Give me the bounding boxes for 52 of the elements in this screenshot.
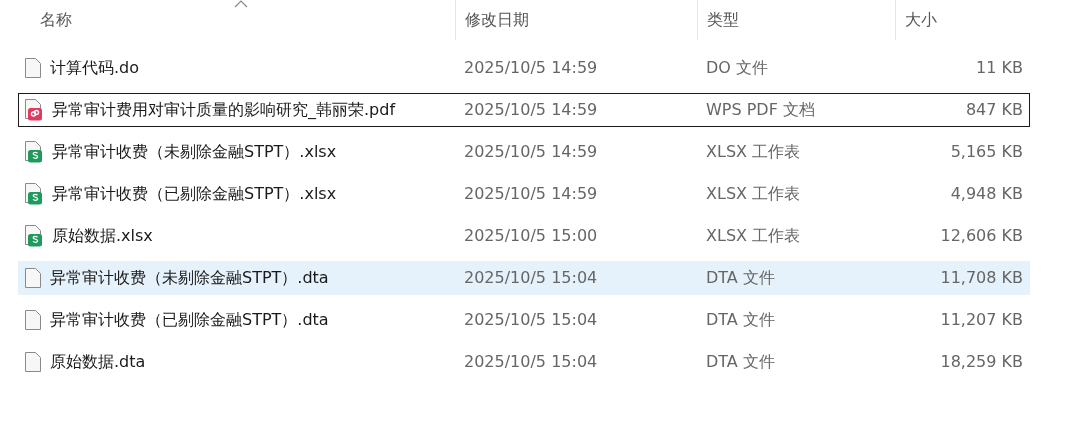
file-row[interactable]: 异常审计收费（已剔除金融STPT）.xlsx 2025/10/5 14:59 XLSX 工作表 4,948 KB bbox=[18, 177, 1030, 211]
file-row[interactable]: 异常审计收费（未剔除金融STPT）.dta 2025/10/5 15:04 DTA 文件 11,708 KB bbox=[18, 261, 1030, 295]
file-size: 11,207 KB bbox=[939, 309, 1023, 331]
file-name: 计算代码.do bbox=[50, 57, 140, 79]
file-type: WPS PDF 文档 bbox=[705, 99, 816, 121]
file-name: 异常审计收费（未剔除金融STPT）.dta bbox=[50, 267, 329, 289]
modified-date: 2025/10/5 15:04 bbox=[463, 351, 599, 373]
file-row[interactable]: 异常审计收费（已剔除金融STPT）.dta 2025/10/5 15:04 DTA 文件 11,207 KB bbox=[18, 303, 1030, 337]
file-name: 原始数据.xlsx bbox=[52, 225, 153, 247]
column-header[interactable]: 大小 bbox=[896, 8, 937, 32]
document-icon bbox=[25, 310, 41, 330]
file-row[interactable]: 原始数据.xlsx 2025/10/5 15:00 XLSX 工作表 12,606 KB bbox=[18, 219, 1030, 253]
column-header[interactable]: 名称 bbox=[18, 8, 72, 32]
file-size: 847 KB bbox=[964, 99, 1023, 121]
file-name: 原始数据.dta bbox=[50, 351, 146, 373]
document-icon bbox=[25, 352, 41, 372]
file-size: 4,948 KB bbox=[949, 183, 1023, 205]
modified-date: 2025/10/5 14:59 bbox=[463, 57, 599, 79]
file-row[interactable]: 计算代码.do 2025/10/5 14:59 DO 文件 11 KB bbox=[18, 51, 1030, 85]
file-type: DTA 文件 bbox=[705, 309, 776, 331]
file-type: DTA 文件 bbox=[705, 267, 776, 289]
file-name: 异常审计收费（已剔除金融STPT）.xlsx bbox=[52, 183, 337, 205]
modified-date: 2025/10/5 14:59 bbox=[463, 183, 599, 205]
modified-date: 2025/10/5 15:04 bbox=[463, 267, 599, 289]
file-name: 异常审计收费（未剔除金融STPT）.xlsx bbox=[52, 141, 337, 163]
pdf-file-icon bbox=[25, 99, 43, 121]
file-type: XLSX 工作表 bbox=[705, 183, 802, 205]
file-size: 12,606 KB bbox=[939, 225, 1023, 247]
column-header[interactable]: 修改日期 bbox=[456, 8, 529, 32]
file-name: 异常审计收费（已剔除金融STPT）.dta bbox=[50, 309, 329, 331]
document-icon bbox=[25, 58, 41, 78]
file-type: XLSX 工作表 bbox=[705, 141, 802, 163]
spreadsheet-file-icon bbox=[25, 183, 43, 205]
file-row[interactable]: 原始数据.dta 2025/10/5 15:04 DTA 文件 18,259 KB bbox=[18, 345, 1030, 379]
file-size: 11,708 KB bbox=[939, 267, 1023, 289]
file-row[interactable]: 异常审计费用对审计质量的影响研究_韩丽荣.pdf 2025/10/5 14:59 WPS PDF 文档 847 KB bbox=[18, 93, 1030, 127]
file-type: DTA 文件 bbox=[705, 351, 776, 373]
spreadsheet-file-icon bbox=[25, 141, 43, 163]
document-icon bbox=[25, 268, 41, 288]
column-header[interactable]: 类型 bbox=[698, 8, 739, 32]
spreadsheet-file-icon bbox=[25, 225, 43, 247]
file-type: XLSX 工作表 bbox=[705, 225, 802, 247]
modified-date: 2025/10/5 15:04 bbox=[463, 309, 599, 331]
modified-date: 2025/10/5 15:00 bbox=[463, 225, 599, 247]
modified-date: 2025/10/5 14:59 bbox=[463, 99, 599, 121]
modified-date: 2025/10/5 14:59 bbox=[463, 141, 599, 163]
file-name: 异常审计费用对审计质量的影响研究_韩丽荣.pdf bbox=[52, 99, 396, 121]
file-size: 11 KB bbox=[975, 57, 1023, 79]
file-size: 18,259 KB bbox=[939, 351, 1023, 373]
file-row[interactable]: 异常审计收费（未剔除金融STPT）.xlsx 2025/10/5 14:59 XLSX 工作表 5,165 KB bbox=[18, 135, 1030, 169]
file-size: 5,165 KB bbox=[949, 141, 1023, 163]
file-type: DO 文件 bbox=[705, 57, 769, 79]
